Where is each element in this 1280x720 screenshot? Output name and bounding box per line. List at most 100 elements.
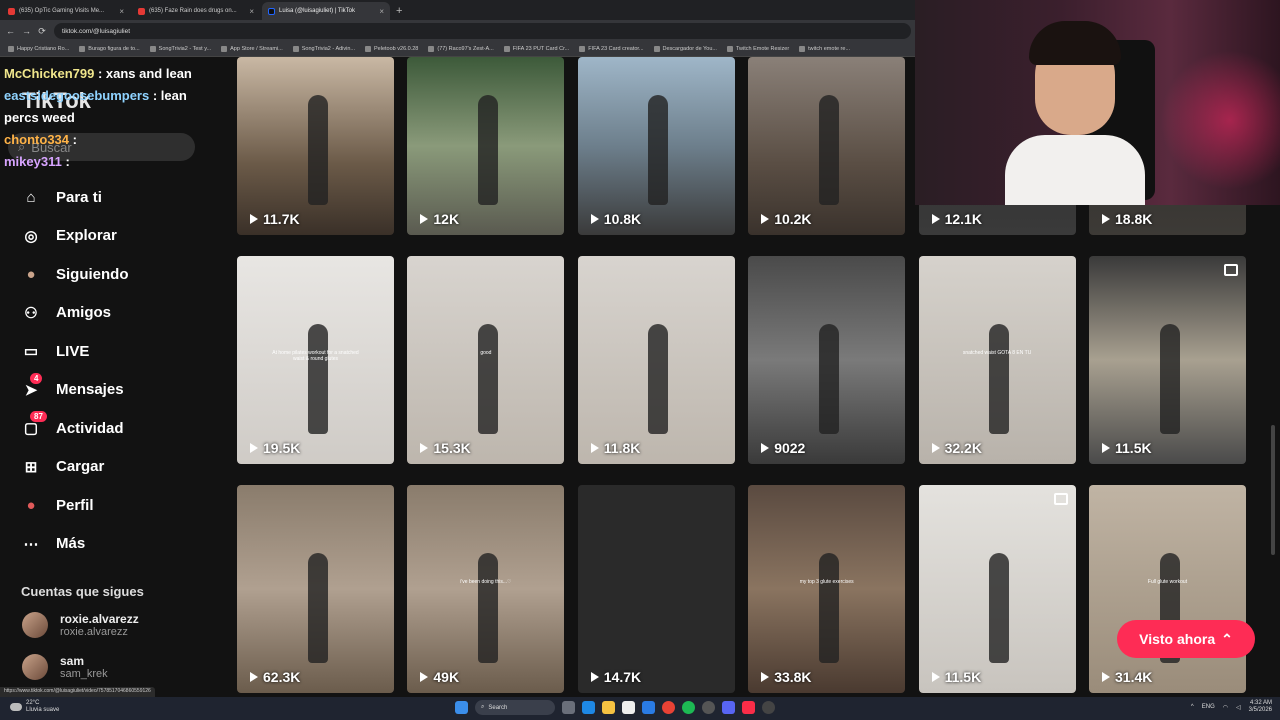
windows-start-icon[interactable] <box>455 701 468 714</box>
avatar <box>22 612 48 638</box>
video-tile[interactable]: 9022 <box>748 256 906 464</box>
mail-icon[interactable] <box>642 701 655 714</box>
inbox-icon: ▢ 87 <box>20 411 47 439</box>
browser-tab[interactable]: (635) OpTic Gaming Visits Me... × <box>2 2 130 20</box>
video-tile[interactable]: Full glute workout 31.4K <box>1089 485 1246 693</box>
discord-icon[interactable] <box>722 701 735 714</box>
video-tile[interactable]: 11.5K <box>918 485 1076 693</box>
wifi-icon[interactable]: ◠ <box>1223 704 1228 711</box>
video-tile[interactable]: 11.8K <box>577 256 735 464</box>
nav-item-actividad[interactable]: ▢ 87 Actividad <box>20 409 210 448</box>
new-tab-button[interactable]: + <box>396 2 402 20</box>
video-subject <box>648 324 669 434</box>
plus-square-icon: ⊞ <box>24 458 38 476</box>
tab-close-icon[interactable]: × <box>379 7 384 16</box>
volume-icon[interactable]: ◁ <box>1236 704 1241 711</box>
video-tile[interactable]: 10.2K <box>748 57 906 235</box>
video-subject <box>478 95 499 205</box>
view-count-value: 14.7K <box>603 669 642 685</box>
back-icon[interactable]: ← <box>6 26 15 36</box>
clock[interactable]: 4:32 AM 3/5/2026 <box>1249 700 1272 714</box>
browser-tab[interactable]: (635) Faze Rain does drugs on... × <box>132 2 260 20</box>
forward-icon[interactable]: → <box>22 26 31 36</box>
video-caption: At home pilates workout for a snatched w… <box>272 349 359 362</box>
weather-widget[interactable]: 22°C Lluvia suave <box>10 700 59 714</box>
tab-close-icon[interactable]: × <box>249 7 254 16</box>
video-tile[interactable]: 11.7K <box>237 57 394 235</box>
video-tile[interactable]: 11.5K <box>1089 256 1246 464</box>
chat-message: mikey311 : <box>4 151 219 173</box>
browser-tab[interactable]: Luisa (@luisagiuliet) | TikTok × <box>262 2 390 20</box>
bookmark-item[interactable]: SongTrivia2 - Test y... <box>149 46 212 52</box>
bookmark-item[interactable]: FIFA 23 Card creator... <box>579 46 644 52</box>
bookmark-favicon-icon <box>428 46 435 52</box>
bookmark-item[interactable]: (77) Raco97's Zest-A... <box>428 46 494 52</box>
nav-item-explorar[interactable]: ◎ Explorar <box>20 217 210 256</box>
view-count-value: 62.3K <box>263 669 301 685</box>
nav-item-siguiendo[interactable]: ● Siguiendo <box>20 255 210 294</box>
nav-item-más[interactable]: ⋯ Más <box>20 525 210 564</box>
video-tile[interactable]: i've been doing this...♡ 49K <box>407 485 565 693</box>
obs-icon[interactable] <box>762 701 775 714</box>
video-subject <box>307 95 328 205</box>
nav-item-mensajes[interactable]: ➤ 4 Mensajes <box>20 371 210 410</box>
nav-item-amigos[interactable]: ⚇ Amigos <box>20 294 210 333</box>
video-tile[interactable]: 14.7K <box>577 485 735 693</box>
video-tile[interactable]: 12K <box>407 57 565 235</box>
url-field[interactable]: tiktok.com/@luisagiuliet <box>54 23 911 39</box>
view-count: 11.8K <box>590 440 640 456</box>
video-tile[interactable]: my top 3 glute exercises 33.8K <box>748 485 906 693</box>
language-indicator[interactable]: ENG <box>1202 704 1215 710</box>
view-count-value: 32.2K <box>944 440 982 456</box>
bookmark-item[interactable]: App Store / Streami... <box>221 46 283 52</box>
video-tile[interactable]: good 15.3K <box>407 256 565 464</box>
file-explorer-icon[interactable] <box>602 701 615 714</box>
bookmark-item[interactable]: Happy Cristiano Ro... <box>8 46 69 52</box>
following-account[interactable]: sam sam_krek <box>22 654 108 680</box>
tray-chevron-icon[interactable]: ^ <box>1191 704 1194 710</box>
bookmark-item[interactable]: Descargador de You... <box>653 46 717 52</box>
reload-icon[interactable]: ⟳ <box>38 26 46 37</box>
taskbar-search[interactable]: ⌕ Search <box>475 700 555 715</box>
video-tile[interactable]: At home pilates workout for a snatched w… <box>237 256 394 464</box>
play-icon <box>761 443 770 453</box>
bookmark-label: FIFA 23 Card creator... <box>588 46 644 52</box>
bookmark-item[interactable]: FIFA 23 PUT Card Cr... <box>503 46 569 52</box>
video-tile[interactable]: 10.8K <box>577 57 735 235</box>
nav-item-live[interactable]: ▭ LIVE <box>20 332 210 371</box>
video-tile[interactable]: 62.3K <box>237 485 394 693</box>
bookmark-item[interactable]: SongTrivia2 - Adivin... <box>292 46 355 52</box>
video-tile[interactable]: snatched waist GOTA 8 EN TU 32.2K <box>918 256 1076 464</box>
play-icon <box>420 214 429 224</box>
chat-username: McChicken799 <box>4 66 95 81</box>
scrollbar[interactable] <box>1271 425 1275 555</box>
following-account[interactable]: roxie.alvarezz roxie.alvarezz <box>22 612 139 638</box>
tab-title: Luisa (@luisagiuliet) | TikTok <box>279 8 356 14</box>
nav-item-perfil[interactable]: ● Perfil <box>20 486 210 525</box>
view-count: 12K <box>420 211 459 227</box>
bookmark-item[interactable]: twitch emote re... <box>799 46 850 52</box>
task-view-icon[interactable] <box>562 701 575 714</box>
bookmark-item[interactable]: Peletoob v26.0.28 <box>365 46 418 52</box>
tab-close-icon[interactable]: × <box>119 7 124 16</box>
play-icon <box>250 214 258 224</box>
chrome-icon[interactable] <box>662 701 675 714</box>
video-subject <box>1159 324 1180 434</box>
visto-ahora-button[interactable]: Visto ahora ⌃ <box>1117 620 1255 658</box>
nav-item-para-ti[interactable]: ⌂ Para ti <box>20 178 210 217</box>
clock-time: 4:32 AM <box>1249 700 1272 706</box>
nav-label: Perfil <box>56 496 94 514</box>
bookmark-label: SongTrivia2 - Test y... <box>158 46 212 52</box>
chat-text: : xans and lean <box>97 66 192 81</box>
spotify-icon[interactable] <box>682 701 695 714</box>
store-icon[interactable] <box>622 701 635 714</box>
bookmark-item[interactable]: Twitch Emote Resizer <box>726 46 789 52</box>
view-count-value: 9022 <box>774 440 806 456</box>
music-icon[interactable] <box>742 701 755 714</box>
play-icon <box>250 672 258 682</box>
bookmarks-bar: Happy Cristiano Ro... Burago figura de to… <box>0 42 915 57</box>
nav-item-cargar[interactable]: ⊞ Cargar <box>20 448 210 487</box>
edge-icon[interactable] <box>582 701 595 714</box>
bookmark-item[interactable]: Burago figura de to... <box>79 46 140 52</box>
steam-icon[interactable] <box>702 701 715 714</box>
